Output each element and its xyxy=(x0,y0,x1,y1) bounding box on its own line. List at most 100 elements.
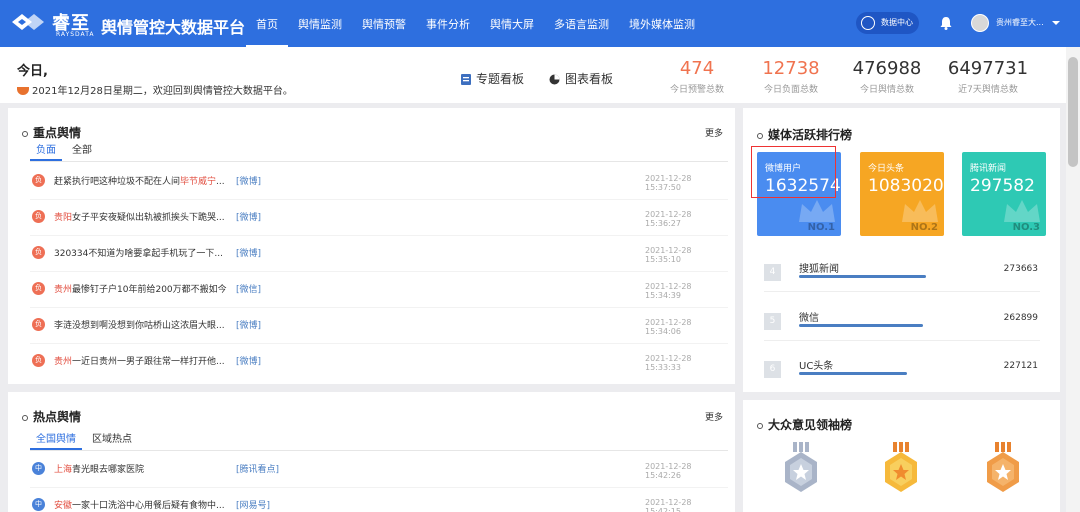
key-opinion-tabs: 负面 全部 xyxy=(30,142,728,162)
row-source[interactable]: [微博] xyxy=(236,354,261,367)
highlight-annotation xyxy=(751,146,836,198)
nav-big-screen[interactable]: 舆情大屏 xyxy=(480,0,544,47)
pie-chart-icon xyxy=(549,74,560,85)
row-time: 2021-12-28 15:42:15 xyxy=(645,498,692,512)
row-title[interactable]: 李涟没想到啊没想到你咕桥山这浓眉大眼... xyxy=(54,318,239,331)
tab-national[interactable]: 全国舆情 xyxy=(30,431,82,450)
vertical-scrollbar[interactable] xyxy=(1066,47,1080,512)
media-card-rank: NO.2 xyxy=(910,222,938,233)
chevron-down-icon[interactable] xyxy=(1052,21,1060,25)
table-row[interactable]: 负 320334不知道为啥要拿起手机玩了一下... [微博] 2021-12-2… xyxy=(30,236,728,272)
crown-icon xyxy=(1004,200,1040,222)
row-time: 2021-12-28 15:33:33 xyxy=(645,354,692,372)
top-navigation-bar: 睿至 RAYSDATA 舆情管控大数据平台 首页 舆情监测 舆情预警 事件分析 … xyxy=(0,0,1080,47)
row-source[interactable]: [微博] xyxy=(236,210,261,223)
stat-value: 12738 xyxy=(762,58,820,79)
nav-event-analysis[interactable]: 事件分析 xyxy=(416,0,480,47)
stat-negative-today[interactable]: 12738 今日负面总数 xyxy=(741,47,841,96)
row-time: 2021-12-28 15:35:10 xyxy=(645,246,692,264)
list-item[interactable]: 6 UC头条 227121 xyxy=(764,355,1040,389)
rank-number: 4 xyxy=(764,264,781,281)
table-row[interactable]: 负 贵州一近日贵州一男子跟往常一样打开他... [微博] 2021-12-28 … xyxy=(30,344,728,380)
table-row[interactable]: 中 安徽一家十口洗浴中心用餐后疑有食物中... [网易号] 2021-12-28… xyxy=(30,488,728,512)
rank-name: 微信 xyxy=(799,313,819,324)
nav-home[interactable]: 首页 xyxy=(246,0,288,47)
rank-name: 搜狐新闻 xyxy=(799,264,839,275)
negative-badge: 负 xyxy=(32,246,45,259)
board-icon xyxy=(461,74,471,85)
avatar[interactable] xyxy=(971,14,989,32)
more-link[interactable]: 更多 xyxy=(705,126,723,139)
row-source[interactable]: [微博] xyxy=(236,318,261,331)
stat-opinion-today[interactable]: 476988 今日舆情总数 xyxy=(837,47,937,96)
table-row[interactable]: 负 贵州最惨钉子户10年前给200万都不搬如今 [微信] 2021-12-28 … xyxy=(30,272,728,308)
crown-icon xyxy=(799,200,835,222)
stat-label: 今日舆情总数 xyxy=(859,85,914,95)
circle-bullet-icon xyxy=(757,132,763,139)
row-title[interactable]: 贵阳女子平安夜疑似出轨被抓挨头下跪哭... xyxy=(54,210,239,223)
row-title[interactable]: 赶紧执行吧这种垃圾不配在人间毕节威宁... xyxy=(54,174,239,187)
today-heading: 今日, xyxy=(17,64,48,79)
nav-overseas-media[interactable]: 境外媒体监测 xyxy=(619,0,705,47)
chart-board-button[interactable]: 图表看板 xyxy=(549,70,613,87)
list-item[interactable]: 5 微信 262899 xyxy=(764,307,1040,341)
data-center-button[interactable]: 数据中心 xyxy=(856,12,919,34)
row-time: 2021-12-28 15:34:39 xyxy=(645,282,692,300)
coffee-cup-icon xyxy=(17,87,29,95)
stat-opinion-7days[interactable]: 6497731 近7天舆情总数 xyxy=(928,47,1048,96)
crown-icon xyxy=(902,200,938,222)
stat-label: 今日负面总数 xyxy=(763,85,818,95)
scrollbar-thumb[interactable] xyxy=(1068,57,1078,167)
panel-title: 热点舆情 xyxy=(22,408,81,425)
welcome-panel: 今日, 2021年12月28日星期二，欢迎回到舆情管控大数据平台。 专题看板 图… xyxy=(0,47,634,103)
table-row[interactable]: 负 赶紧执行吧这种垃圾不配在人间毕节威宁... [微博] 2021-12-28 … xyxy=(30,164,728,200)
bell-icon[interactable] xyxy=(938,15,954,31)
tab-negative[interactable]: 负面 xyxy=(30,142,62,161)
stat-value: 6497731 xyxy=(947,58,1029,79)
row-time: 2021-12-28 15:36:27 xyxy=(645,210,692,228)
user-name[interactable]: 贵州睿至大... xyxy=(996,17,1048,28)
nav-warning[interactable]: 舆情预警 xyxy=(352,0,416,47)
row-source[interactable]: [腾讯看点] xyxy=(236,462,279,475)
row-time: 2021-12-28 15:37:50 xyxy=(645,174,692,192)
list-item[interactable]: 4 搜狐新闻 273663 xyxy=(764,258,1040,292)
media-card-toutiao[interactable]: 今日头条 1083020 NO.2 xyxy=(860,152,944,236)
hot-opinion-tabs: 全国舆情 区域热点 xyxy=(30,431,728,451)
key-opinion-panel: 重点舆情 更多 负面 全部 负 赶紧执行吧这种垃圾不配在人间毕节威宁... [微… xyxy=(8,108,735,384)
row-source[interactable]: [网易号] xyxy=(236,498,270,511)
negative-badge: 负 xyxy=(32,282,45,295)
row-time: 2021-12-28 15:34:06 xyxy=(645,318,692,336)
row-title[interactable]: 贵州一近日贵州一男子跟往常一样打开他... xyxy=(54,354,239,367)
row-title[interactable]: 上海青光眼去哪家医院 xyxy=(54,462,239,475)
gold-medal-icon xyxy=(885,442,917,492)
nav-monitoring[interactable]: 舆情监测 xyxy=(288,0,352,47)
rank-value: 227121 xyxy=(1003,361,1038,371)
media-card-rank: NO.1 xyxy=(807,222,835,233)
stat-warning-today[interactable]: 474 今日预警总数 xyxy=(647,47,747,96)
row-source[interactable]: [微信] xyxy=(236,282,261,295)
rank-progress-bar xyxy=(799,275,926,278)
stats-panel: 474 今日预警总数 12738 今日负面总数 476988 今日舆情总数 64… xyxy=(634,47,1080,103)
media-card-label: 腾讯新闻 xyxy=(970,164,1007,174)
row-title[interactable]: 安徽一家十口洗浴中心用餐后疑有食物中... xyxy=(54,498,239,511)
row-title[interactable]: 贵州最惨钉子户10年前给200万都不搬如今 xyxy=(54,282,239,295)
table-row[interactable]: 负 李涟没想到啊没想到你咕桥山这浓眉大眼... [微博] 2021-12-28 … xyxy=(30,308,728,344)
nav-multilingual[interactable]: 多语言监测 xyxy=(544,0,619,47)
row-source[interactable]: [微博] xyxy=(236,246,261,259)
neutral-badge: 中 xyxy=(32,498,45,511)
rank-value: 273663 xyxy=(1003,264,1038,274)
tab-regional[interactable]: 区域热点 xyxy=(86,431,138,450)
row-title[interactable]: 320334不知道为啥要拿起手机玩了一下... xyxy=(54,246,239,259)
more-link[interactable]: 更多 xyxy=(705,410,723,423)
table-row[interactable]: 中 上海青光眼去哪家医院 [腾讯看点] 2021-12-28 15:42:26 xyxy=(30,452,728,488)
negative-badge: 负 xyxy=(32,354,45,367)
media-card-value: 297582 xyxy=(970,176,1035,196)
table-row[interactable]: 负 贵阳女子平安夜疑似出轨被抓挨头下跪哭... [微博] 2021-12-28 … xyxy=(30,200,728,236)
media-card-tencent[interactable]: 腾讯新闻 297582 NO.3 xyxy=(962,152,1046,236)
media-card-value: 1083020 xyxy=(868,176,944,196)
tab-all[interactable]: 全部 xyxy=(66,142,98,161)
row-source[interactable]: [微博] xyxy=(236,174,261,187)
panel-title: 大众意见领袖榜 xyxy=(757,416,852,433)
row-time: 2021-12-28 15:42:26 xyxy=(645,462,692,480)
topic-board-button[interactable]: 专题看板 xyxy=(461,70,524,87)
